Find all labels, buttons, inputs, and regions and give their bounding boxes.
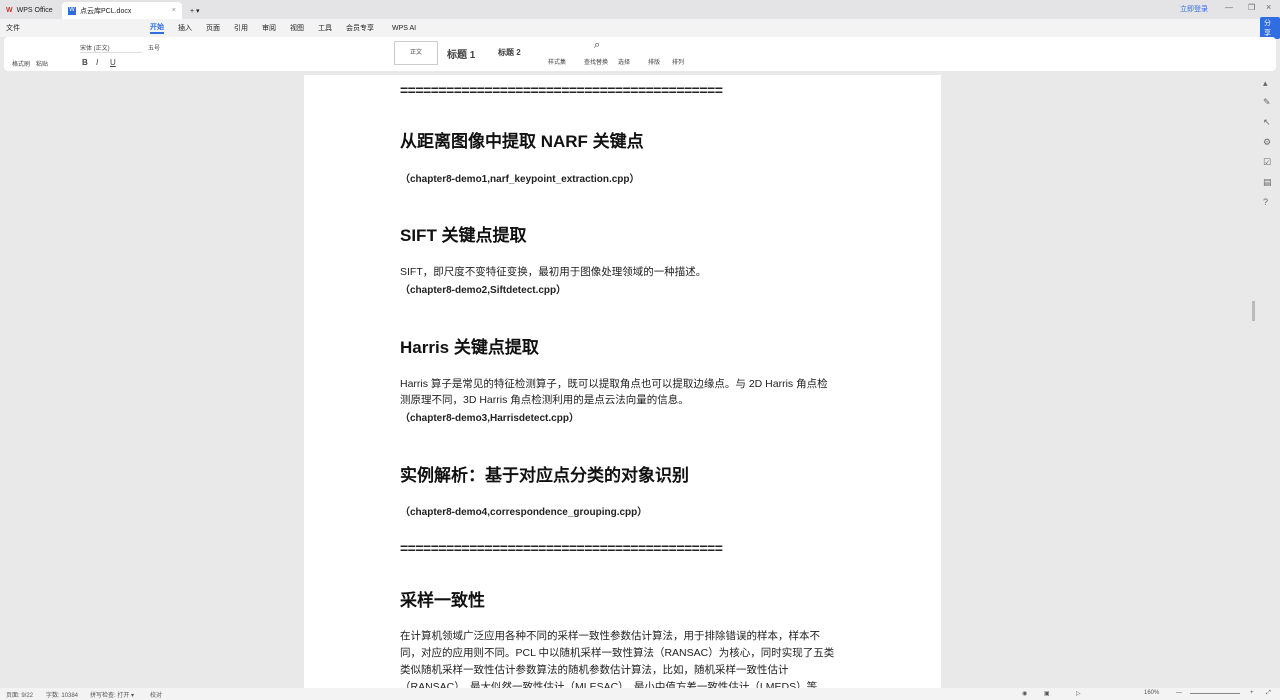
menu-view[interactable]: 视图	[290, 23, 304, 33]
style-heading-2[interactable]: 标题 2	[498, 47, 521, 58]
share-button[interactable]: 分享	[1260, 17, 1280, 39]
ribbon-toolbar: 格式刷 粘贴 宋体 (正文) 五号 B I U 正文 标题 1 标题 2 样式集…	[4, 37, 1276, 71]
paragraph-harris-2: 测原理不同，3D Harris 角点检测利用的是点云法向量的信息。	[400, 394, 689, 406]
minimize-button[interactable]: —	[1225, 3, 1233, 12]
menu-tools[interactable]: 工具	[318, 23, 332, 33]
tab-wps-office[interactable]: W WPS Office	[0, 2, 59, 19]
page-count[interactable]: 页面: 9/22	[6, 690, 33, 699]
status-bar: 页面: 9/22 字数: 10384 拼写检查: 打开 ▾ 校对 ◉ ▣ ▷ 1…	[0, 688, 1280, 700]
edit-icon[interactable]: ✎	[1263, 97, 1271, 108]
menu-file[interactable]: 文件	[6, 23, 20, 33]
wps-logo-icon: W	[6, 7, 13, 14]
menu-insert[interactable]: 插入	[178, 23, 192, 33]
paragraph-sift: SIFT，即尺度不变特征变换，最初用于图像处理领域的一种描述。	[400, 266, 707, 278]
menu-wps-ai[interactable]: WPS AI	[392, 25, 416, 32]
heading-narf: 从距离图像中提取 NARF 关键点	[400, 132, 644, 151]
bold-button[interactable]: B	[82, 58, 88, 67]
code-ref-2: （chapter8-demo2,Siftdetect.cpp）	[400, 285, 567, 296]
find-replace-button[interactable]: 查找替换	[584, 57, 608, 66]
close-tab-icon[interactable]: ×	[172, 7, 176, 14]
zoom-in-button[interactable]: +	[1250, 690, 1254, 696]
heading-sampling: 采样一致性	[400, 591, 485, 610]
select-button[interactable]: 选择	[618, 57, 630, 66]
check-icon[interactable]: ☑	[1263, 157, 1271, 168]
zoom-level[interactable]: 160%	[1144, 690, 1159, 696]
scrollbar-thumb[interactable]	[1252, 301, 1255, 321]
spell-check[interactable]: 拼写检查: 打开 ▾	[90, 690, 134, 699]
paragraph-sampling-2: 同，对应的应用则不同。PCL 中以随机采样一致性算法（RANSAC）为核心，同时…	[400, 647, 835, 659]
document-icon[interactable]: ▤	[1263, 177, 1272, 188]
menu-reference[interactable]: 引用	[234, 23, 248, 33]
menu-home[interactable]: 开始	[150, 22, 164, 34]
code-ref-1: （chapter8-demo1,narf_keypoint_extraction…	[400, 174, 640, 185]
tab-document[interactable]: W 点云库PCL.docx ×	[62, 2, 182, 19]
doc-icon: W	[68, 6, 76, 15]
document-page[interactable]: ========================================…	[304, 75, 941, 700]
page-view-icon[interactable]: ▣	[1044, 690, 1050, 697]
heading-recognition: 实例解析：基于对应点分类的对象识别	[400, 466, 689, 485]
close-button[interactable]: ×	[1266, 2, 1271, 12]
fullscreen-icon[interactable]: ⤢	[1266, 690, 1271, 697]
style-heading-1[interactable]: 标题 1	[447, 46, 475, 61]
italic-button[interactable]: I	[96, 58, 98, 67]
proofread[interactable]: 校对	[150, 690, 162, 699]
paragraph-sampling-3: 类似随机采样一致性估计参数算法的随机参数估计算法，比如，随机采样一致性估计	[400, 664, 789, 676]
menu-page[interactable]: 页面	[206, 23, 220, 33]
maximize-button[interactable]: ❐	[1248, 3, 1255, 12]
style-normal[interactable]: 正文	[394, 41, 438, 65]
separator: ========================================…	[400, 540, 723, 556]
collapse-icon[interactable]: ▴	[1263, 78, 1268, 89]
help-icon[interactable]: ?	[1263, 197, 1268, 207]
styles-button[interactable]: 样式集	[548, 57, 566, 66]
tab-bar: W WPS Office W 点云库PCL.docx × + ▾ 立即登录 — ❐ ×	[0, 0, 1280, 19]
word-count[interactable]: 字数: 10384	[46, 690, 78, 699]
paragraph-sampling-1: 在计算机领域广泛应用各种不同的采样一致性参数估计算法，用于排除错误的样本，样本不	[400, 630, 820, 642]
zoom-slider[interactable]	[1190, 693, 1240, 694]
select-icon[interactable]: ↖	[1263, 117, 1271, 128]
paste-button[interactable]: 粘贴	[36, 59, 48, 68]
search-icon: ⌕	[594, 39, 601, 51]
menu-review[interactable]: 审阅	[262, 23, 276, 33]
heading-sift: SIFT 关键点提取	[400, 226, 527, 245]
separator: ========================================…	[400, 82, 723, 98]
eye-icon[interactable]: ◉	[1022, 690, 1027, 697]
code-ref-4: （chapter8-demo4,correspondence_grouping.…	[400, 507, 648, 518]
settings-icon[interactable]: ⚙	[1263, 137, 1271, 148]
new-tab-button[interactable]: + ▾	[184, 2, 206, 19]
font-select[interactable]: 宋体 (正文)	[80, 43, 142, 53]
paragraph-harris-1: Harris 算子是常见的特征检测算子，既可以提取角点也可以提取边缘点。与 2D…	[400, 378, 828, 390]
arrange-button[interactable]: 排列	[672, 57, 684, 66]
menu-bar: 文件 开始 插入 页面 引用 审阅 视图 工具 会员专享 WPS AI 分享	[0, 17, 1280, 39]
menu-member[interactable]: 会员专享	[346, 23, 374, 33]
underline-button[interactable]: U	[110, 58, 116, 67]
font-size-select[interactable]: 五号	[148, 43, 160, 52]
zoom-out-button[interactable]: —	[1176, 690, 1182, 696]
code-ref-3: （chapter8-demo3,Harrisdetect.cpp）	[400, 413, 579, 424]
play-icon[interactable]: ▷	[1076, 690, 1081, 697]
heading-harris: Harris 关键点提取	[400, 338, 539, 357]
layout-button[interactable]: 排版	[648, 57, 660, 66]
login-link[interactable]: 立即登录	[1180, 4, 1208, 14]
format-painter-button[interactable]: 格式刷	[12, 59, 30, 68]
